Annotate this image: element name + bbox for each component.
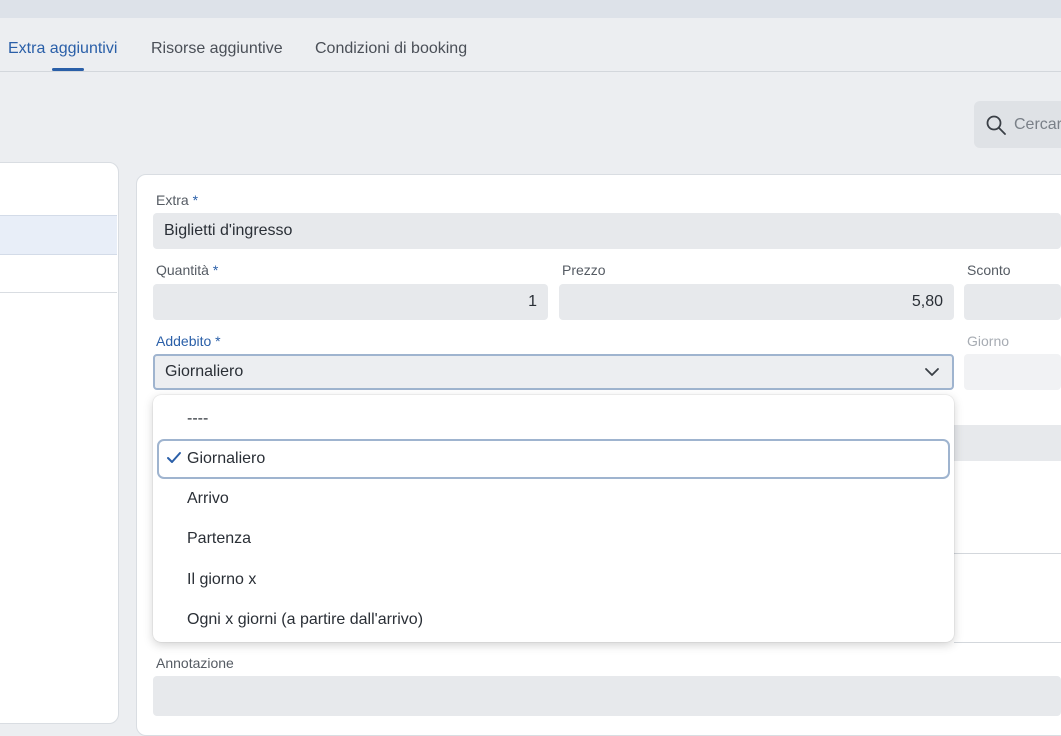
search-box[interactable] bbox=[974, 101, 1061, 148]
option-il-giorno-x[interactable]: Il giorno x bbox=[153, 560, 954, 600]
giorno-label: Giorno bbox=[967, 333, 1010, 349]
addebito-select[interactable]: Giornaliero bbox=[153, 354, 954, 390]
addebito-label: Addebito * bbox=[156, 333, 221, 349]
list-item[interactable] bbox=[0, 215, 117, 255]
chevron-down-icon bbox=[925, 368, 939, 376]
prezzo-field[interactable]: 5,80 bbox=[559, 284, 954, 320]
option-partenza[interactable]: Partenza bbox=[153, 519, 954, 559]
giorno-field[interactable] bbox=[964, 354, 1061, 390]
quantita-label: Quantità * bbox=[156, 262, 219, 278]
search-input[interactable] bbox=[1014, 101, 1061, 148]
option-arrivo[interactable]: Arrivo bbox=[153, 479, 954, 519]
tab-bar: Extra aggiuntivi Risorse aggiuntive Cond… bbox=[0, 18, 1061, 72]
tab-extra-aggiuntivi[interactable]: Extra aggiuntivi bbox=[8, 40, 117, 58]
option-giornaliero[interactable]: Giornaliero bbox=[157, 439, 950, 479]
option-ogni-x-giorni[interactable]: Ogni x giorni (a partire dall'arrivo) bbox=[153, 600, 954, 640]
tab-risorse-aggiuntive[interactable]: Risorse aggiuntive bbox=[151, 40, 283, 58]
extra-label: Extra * bbox=[156, 192, 199, 208]
active-tab-indicator bbox=[52, 68, 84, 71]
search-icon bbox=[986, 115, 1006, 135]
annotazione-field[interactable] bbox=[153, 676, 1061, 716]
check-icon bbox=[167, 452, 181, 463]
option-none[interactable]: ---- bbox=[153, 399, 954, 439]
annotazione-label: Annotazione bbox=[156, 655, 234, 671]
extra-field[interactable]: Biglietti d'ingresso bbox=[153, 213, 1061, 249]
divider bbox=[954, 553, 1061, 554]
divider bbox=[954, 642, 1061, 643]
tab-condizioni-di-booking[interactable]: Condizioni di booking bbox=[315, 40, 467, 58]
sconto-field[interactable] bbox=[964, 284, 1061, 320]
hidden-field[interactable] bbox=[954, 425, 1061, 461]
addebito-value: Giornaliero bbox=[165, 363, 244, 380]
quantita-field[interactable]: 1 bbox=[153, 284, 548, 320]
addebito-dropdown: ---- Giornaliero Arrivo Partenza Il gior… bbox=[153, 395, 954, 642]
list-item[interactable] bbox=[0, 254, 117, 293]
top-bar bbox=[0, 0, 1061, 18]
prezzo-label: Prezzo bbox=[562, 262, 606, 278]
sconto-label: Sconto bbox=[967, 262, 1011, 278]
option-label: Giornaliero bbox=[187, 450, 266, 467]
